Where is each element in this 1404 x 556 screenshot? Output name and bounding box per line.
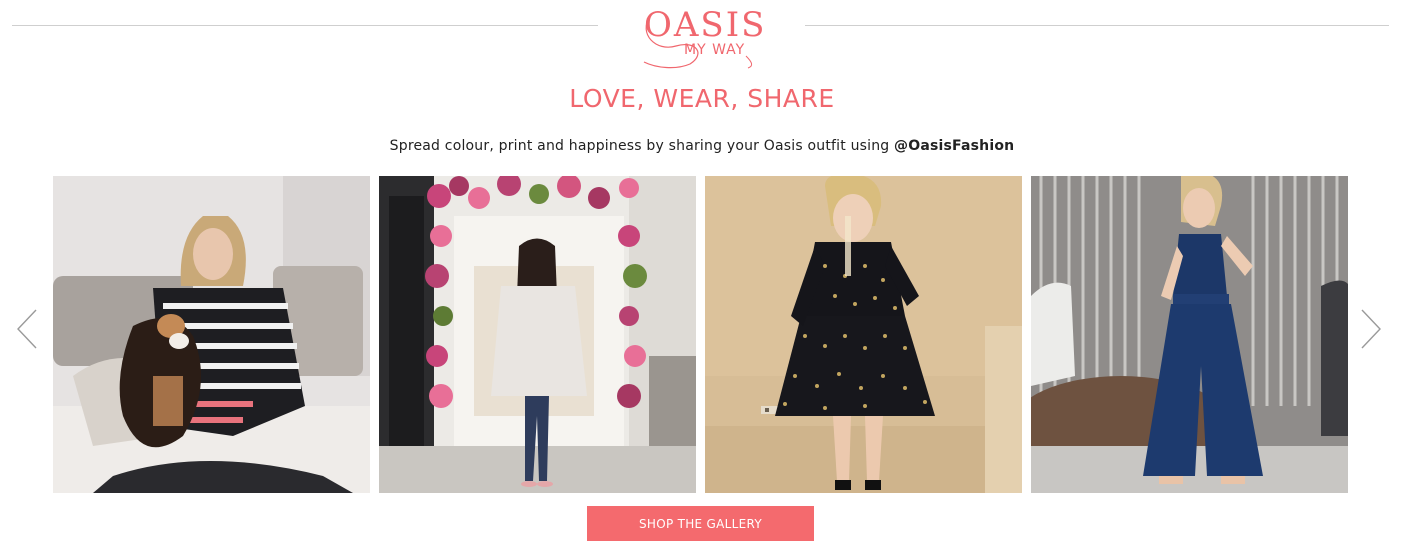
logo-tagline: MY WAY xyxy=(684,42,746,58)
gallery-photo-4 xyxy=(1031,176,1348,493)
shop-the-gallery-button[interactable]: SHOP THE GALLERY xyxy=(587,506,814,541)
section-intro: Spread colour, print and happiness by sh… xyxy=(0,138,1404,154)
header-divider-left xyxy=(12,25,598,26)
gallery-tile-1[interactable] xyxy=(53,176,370,493)
chevron-right-icon xyxy=(1361,309,1381,349)
header-divider-right xyxy=(805,25,1389,26)
instagram-handle[interactable]: @OasisFashion xyxy=(894,138,1014,154)
gallery-photo-3 xyxy=(705,176,1022,493)
gallery-photo-1 xyxy=(53,176,370,493)
oasis-gallery-module: OASIS MY WAY LOVE, WEAR, SHARE Spread co… xyxy=(0,0,1404,556)
carousel-next-button[interactable] xyxy=(1354,308,1388,350)
intro-text: Spread colour, print and happiness by sh… xyxy=(389,138,895,154)
gallery-photo-2 xyxy=(379,176,696,493)
gallery-tile-3[interactable] xyxy=(705,176,1022,493)
section-headline: LOVE, WEAR, SHARE xyxy=(569,84,835,113)
logo-wordmark: OASIS xyxy=(644,5,767,45)
oasis-my-way-logo[interactable]: OASIS MY WAY xyxy=(636,4,768,72)
carousel-prev-button[interactable] xyxy=(10,308,44,350)
gallery-tile-2[interactable] xyxy=(379,176,696,493)
gallery-tile-4[interactable] xyxy=(1031,176,1348,493)
chevron-left-icon xyxy=(17,309,37,349)
